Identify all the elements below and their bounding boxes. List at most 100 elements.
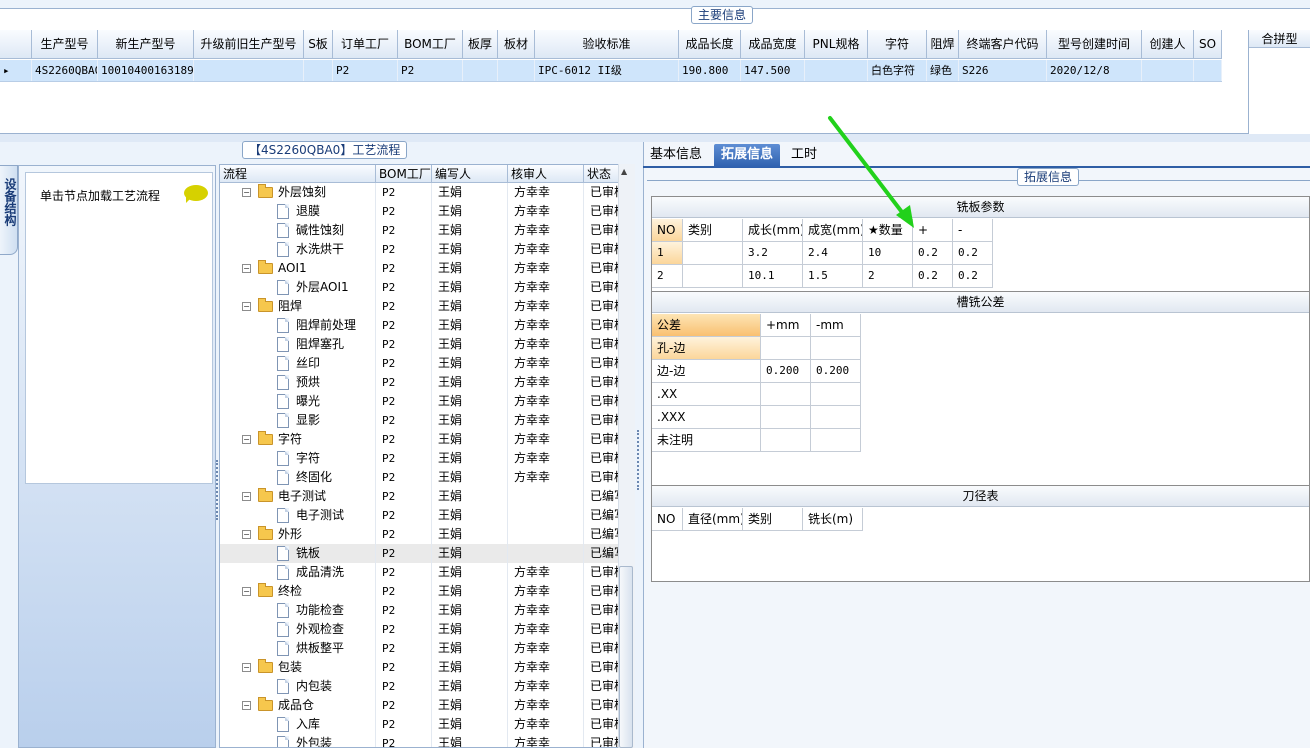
grid-cell[interactable]: 0.200 bbox=[811, 360, 861, 383]
tree-row[interactable]: − 阻焊 P2王娟方幸幸已审核 bbox=[220, 297, 620, 316]
tree-node[interactable]: 阻焊前处理 bbox=[220, 316, 376, 335]
tree-node[interactable]: 水洗烘干 bbox=[220, 240, 376, 259]
tree-row[interactable]: 阻焊前处理 P2王娟方幸幸已审核 bbox=[220, 316, 620, 335]
grid-cell[interactable] bbox=[683, 242, 743, 265]
tree-row[interactable]: − 外形 P2王娟 已编写 bbox=[220, 525, 620, 544]
tree-node[interactable]: − 包装 bbox=[220, 658, 376, 677]
tree-row[interactable]: 曝光 P2王娟方幸幸已审核 bbox=[220, 392, 620, 411]
grid-cell[interactable]: 2 bbox=[863, 265, 913, 288]
tree-node[interactable]: 外观检查 bbox=[220, 620, 376, 639]
grid-cell[interactable]: .XX bbox=[652, 383, 761, 406]
tab-basic-info[interactable]: 基本信息 bbox=[643, 144, 709, 168]
main-col-header[interactable]: 生产型号 bbox=[32, 30, 98, 58]
tree-col-header[interactable]: 编写人 bbox=[432, 165, 508, 182]
main-col-header[interactable] bbox=[0, 30, 32, 58]
tree-row[interactable]: 外包装 P2王娟方幸幸已审核 bbox=[220, 734, 620, 747]
main-col-header[interactable]: S板 bbox=[304, 30, 333, 58]
tree-row[interactable]: 碱性蚀刻 P2王娟方幸幸已审核 bbox=[220, 221, 620, 240]
grid-cell[interactable] bbox=[761, 337, 811, 360]
tree-row[interactable]: − 成品仓 P2王娟方幸幸已审核 bbox=[220, 696, 620, 715]
tree-row[interactable]: 水洗烘干 P2王娟方幸幸已审核 bbox=[220, 240, 620, 259]
tree-node[interactable]: 显影 bbox=[220, 411, 376, 430]
tree-node[interactable]: 碱性蚀刻 bbox=[220, 221, 376, 240]
collapse-icon[interactable]: − bbox=[242, 264, 251, 273]
grid-cell[interactable] bbox=[761, 406, 811, 429]
grid-cell[interactable] bbox=[683, 265, 743, 288]
grid-cell[interactable]: 边-边 bbox=[652, 360, 761, 383]
grid-cell[interactable]: 未注明 bbox=[652, 429, 761, 452]
tree-node[interactable]: 曝光 bbox=[220, 392, 376, 411]
tree-node[interactable]: 电子测试 bbox=[220, 506, 376, 525]
horizontal-splitter[interactable] bbox=[0, 134, 1310, 142]
grid-cell[interactable] bbox=[761, 429, 811, 452]
grid-cell[interactable]: 10 bbox=[863, 242, 913, 265]
grid-cell[interactable]: 0.2 bbox=[913, 265, 953, 288]
main-col-header[interactable]: 创建人 bbox=[1142, 30, 1194, 58]
collapse-icon[interactable]: − bbox=[242, 302, 251, 311]
tree-node[interactable]: 内包装 bbox=[220, 677, 376, 696]
collapse-icon[interactable]: − bbox=[242, 435, 251, 444]
tree-col-header[interactable]: 核审人 bbox=[508, 165, 584, 182]
grid-cell[interactable]: .XXX bbox=[652, 406, 761, 429]
grid-cell[interactable]: 0.2 bbox=[913, 242, 953, 265]
tree-node[interactable]: 功能检查 bbox=[220, 601, 376, 620]
grid-col-header[interactable]: 公差 bbox=[652, 314, 761, 337]
tree-node[interactable]: − 电子测试 bbox=[220, 487, 376, 506]
grid-col-header[interactable]: 类别 bbox=[683, 219, 743, 242]
tree-node[interactable]: 铣板 bbox=[220, 544, 376, 563]
main-col-header[interactable]: 成品长度 bbox=[679, 30, 741, 58]
grid-col-header[interactable]: -mm bbox=[811, 314, 861, 337]
tree-node[interactable]: − 阻焊 bbox=[220, 297, 376, 316]
tree-node[interactable]: 成品清洗 bbox=[220, 563, 376, 582]
tree-row[interactable]: 丝印 P2王娟方幸幸已审核 bbox=[220, 354, 620, 373]
tree-row[interactable]: 成品清洗 P2王娟方幸幸已审核 bbox=[220, 563, 620, 582]
main-col-header[interactable]: 终端客户代码 bbox=[959, 30, 1047, 58]
main-col-header[interactable]: BOM工厂 bbox=[398, 30, 463, 58]
tree-row[interactable]: − 字符 P2王娟方幸幸已审核 bbox=[220, 430, 620, 449]
tree-node[interactable]: 丝印 bbox=[220, 354, 376, 373]
tab-extended-info[interactable]: 拓展信息 bbox=[714, 144, 781, 168]
grid-cell[interactable] bbox=[811, 429, 861, 452]
collapse-icon[interactable]: − bbox=[242, 663, 251, 672]
collapse-icon[interactable]: − bbox=[242, 530, 251, 539]
grid-cell[interactable]: 10.1 bbox=[743, 265, 803, 288]
tree-node[interactable]: − 外层蚀刻 bbox=[220, 183, 376, 202]
grid-cell[interactable]: 2 bbox=[652, 265, 683, 288]
tree-row[interactable]: 电子测试 P2王娟 已编写 bbox=[220, 506, 620, 525]
grid-col-header[interactable]: 铣长(m) bbox=[803, 508, 863, 531]
tree-row[interactable]: 功能检查 P2王娟方幸幸已审核 bbox=[220, 601, 620, 620]
tree-node[interactable]: 外包装 bbox=[220, 734, 376, 747]
tree-node[interactable]: 退膜 bbox=[220, 202, 376, 221]
main-col-header[interactable]: 阻焊 bbox=[927, 30, 959, 58]
grid-cell[interactable] bbox=[811, 383, 861, 406]
main-col-header[interactable]: 字符 bbox=[868, 30, 927, 58]
grid-cell[interactable]: 孔-边 bbox=[652, 337, 761, 360]
tree-node[interactable]: 字符 bbox=[220, 449, 376, 468]
tree-node[interactable]: 预烘 bbox=[220, 373, 376, 392]
main-col-header[interactable]: 板厚 bbox=[463, 30, 498, 58]
grid-cell[interactable]: 0.2 bbox=[953, 265, 993, 288]
tree-node[interactable]: 外层AOI1 bbox=[220, 278, 376, 297]
tree-node[interactable]: 烘板整平 bbox=[220, 639, 376, 658]
main-col-header[interactable]: 新生产型号 bbox=[98, 30, 194, 58]
tree-row[interactable]: 外观检查 P2王娟方幸幸已审核 bbox=[220, 620, 620, 639]
main-grid-row[interactable]: ▸ 4S2260QBA0 10010400163189 P2 P2 IPC-6012 II… bbox=[0, 60, 1222, 82]
grid-col-header[interactable]: 成长(mm) bbox=[743, 219, 803, 242]
tree-node[interactable]: − AOI1 bbox=[220, 259, 376, 278]
tab-work-hours[interactable]: 工时 bbox=[784, 144, 824, 168]
tree-node[interactable]: − 终检 bbox=[220, 582, 376, 601]
main-col-header[interactable]: 订单工厂 bbox=[333, 30, 398, 58]
grid-col-header[interactable]: NO bbox=[652, 508, 683, 531]
main-col-header[interactable]: 板材 bbox=[498, 30, 535, 58]
grid-cell[interactable] bbox=[811, 337, 861, 360]
grid-col-header[interactable]: NO bbox=[652, 219, 683, 242]
tree-row[interactable]: − 包装 P2王娟方幸幸已审核 bbox=[220, 658, 620, 677]
tree-node[interactable]: − 字符 bbox=[220, 430, 376, 449]
tree-node[interactable]: 终固化 bbox=[220, 468, 376, 487]
tree-node[interactable]: − 成品仓 bbox=[220, 696, 376, 715]
main-col-header[interactable]: 型号创建时间 bbox=[1047, 30, 1142, 58]
tree-row[interactable]: 外层AOI1 P2王娟方幸幸已审核 bbox=[220, 278, 620, 297]
collapse-icon[interactable]: − bbox=[242, 492, 251, 501]
main-col-header[interactable]: 升级前旧生产型号 bbox=[194, 30, 304, 58]
tree-row[interactable]: 退膜 P2王娟方幸幸已审核 bbox=[220, 202, 620, 221]
